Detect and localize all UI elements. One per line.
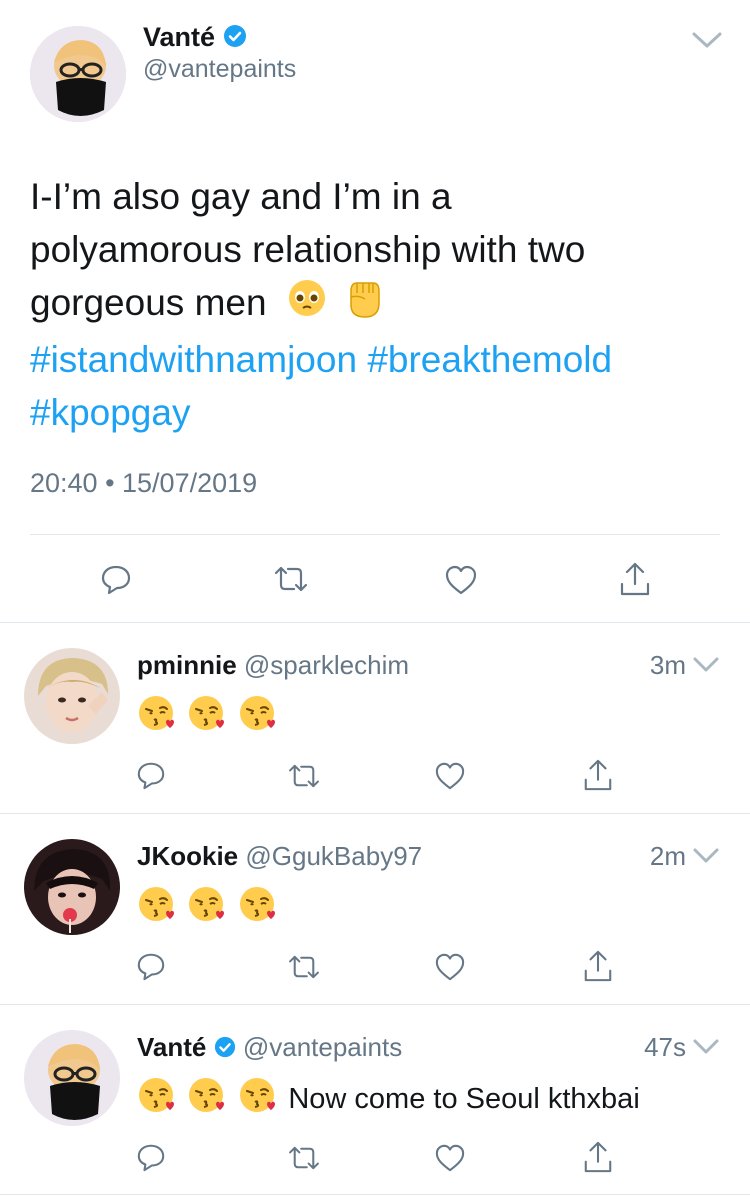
pleading-face-emoji <box>287 278 327 332</box>
retweet-icon[interactable] <box>286 954 322 980</box>
tweet-text-line: I-I’m also gay and I’m in a <box>30 176 452 217</box>
chevron-down-icon[interactable] <box>692 656 720 674</box>
reply-message: Now come to Seoul kthxbai <box>288 1082 640 1115</box>
user-handle[interactable]: @GgukBaby97 <box>245 841 422 871</box>
reply-time[interactable]: 2m <box>650 839 686 873</box>
avatar[interactable] <box>24 1030 120 1126</box>
kissing-face-emoji <box>187 694 227 739</box>
reply-text <box>137 885 278 925</box>
avatar[interactable] <box>24 839 120 935</box>
display-name[interactable]: JKookie <box>137 841 238 871</box>
like-icon[interactable] <box>444 564 478 596</box>
share-icon[interactable] <box>582 1139 614 1175</box>
kissing-face-emoji <box>238 694 278 739</box>
reply-header: pminnie @sparklechim <box>137 648 409 682</box>
avatar[interactable] <box>30 26 126 122</box>
tweet-text: I-I’m also gay and I’m in a polyamorous … <box>30 170 730 439</box>
tweet-text-segment: gorgeous men <box>30 282 267 323</box>
share-icon[interactable] <box>618 560 652 598</box>
reply-time[interactable]: 3m <box>650 648 686 682</box>
divider <box>0 1194 750 1195</box>
kissing-face-emoji <box>137 1076 177 1121</box>
avatar[interactable] <box>24 648 120 744</box>
hashtag-link[interactable]: #breakthemold <box>367 339 612 380</box>
chevron-down-icon[interactable] <box>690 30 724 50</box>
divider <box>0 622 750 623</box>
raised-fist-emoji <box>343 277 383 333</box>
hashtag-link[interactable]: #istandwithnamjoon <box>30 339 357 380</box>
divider <box>0 1004 750 1005</box>
tweet-timestamp[interactable]: 20:40 • 15/07/2019 <box>30 466 257 500</box>
like-icon[interactable] <box>434 952 466 982</box>
tweet-text-line: polyamorous relationship with two <box>30 229 586 270</box>
kissing-face-emoji <box>187 1076 227 1121</box>
reply-header: Vanté @vantepaints <box>137 1030 402 1066</box>
reply-header: JKookie @GgukBaby97 <box>137 839 422 873</box>
share-icon[interactable] <box>582 948 614 984</box>
user-handle[interactable]: @vantepaints <box>243 1032 402 1062</box>
kissing-face-emoji <box>137 885 177 930</box>
kissing-face-emoji <box>238 1076 278 1121</box>
user-handle[interactable]: @sparklechim <box>244 650 409 680</box>
reply-text: Now come to Seoul kthxbai <box>137 1076 640 1116</box>
author-row: Vanté <box>143 22 247 52</box>
chevron-down-icon[interactable] <box>692 1038 720 1056</box>
like-icon[interactable] <box>434 1143 466 1173</box>
reply-icon[interactable] <box>136 1142 166 1172</box>
display-name[interactable]: pminnie <box>137 650 237 680</box>
tweet-text-line: gorgeous men <box>30 276 730 333</box>
user-handle[interactable]: @vantepaints <box>143 54 296 84</box>
divider <box>30 534 720 535</box>
retweet-icon[interactable] <box>286 1145 322 1171</box>
display-name[interactable]: Vanté <box>137 1032 206 1062</box>
reply-icon[interactable] <box>100 563 132 595</box>
hashtag-link[interactable]: #kpopgay <box>30 392 190 433</box>
reply-icon[interactable] <box>136 951 166 981</box>
retweet-icon[interactable] <box>272 565 310 593</box>
retweet-icon[interactable] <box>286 763 322 789</box>
kissing-face-emoji <box>137 694 177 739</box>
chevron-down-icon[interactable] <box>692 847 720 865</box>
display-name[interactable]: Vanté <box>143 22 215 52</box>
reply-time[interactable]: 47s <box>644 1030 686 1064</box>
like-icon[interactable] <box>434 761 466 791</box>
kissing-face-emoji <box>238 885 278 930</box>
hashtag-line: #istandwithnamjoon #breakthemold <box>30 333 730 386</box>
divider <box>0 813 750 814</box>
hashtag-line: #kpopgay <box>30 386 730 439</box>
verified-badge-icon <box>223 24 247 54</box>
kissing-face-emoji <box>187 885 227 930</box>
reply-icon[interactable] <box>136 760 166 790</box>
share-icon[interactable] <box>582 757 614 793</box>
verified-badge-icon <box>214 1032 236 1066</box>
reply-text <box>137 694 278 734</box>
